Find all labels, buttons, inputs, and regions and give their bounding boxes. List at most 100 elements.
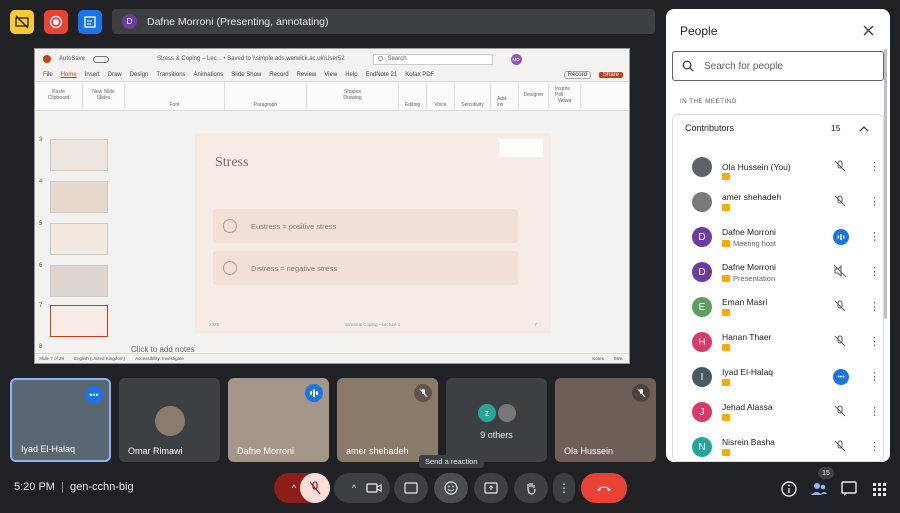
participant-name: Dafne Morroni	[237, 446, 295, 456]
ppt-tab: Help	[345, 72, 358, 78]
mic-off-button[interactable]	[300, 473, 330, 503]
shared-screen: AutoSave Stress & Coping – Lec... • Save…	[34, 48, 630, 364]
participant-name: Iyad El-Halaq	[21, 444, 76, 454]
participant-name: Eman Masri	[722, 297, 768, 307]
more-vert-icon[interactable]: ⋮	[869, 335, 880, 348]
camera-control[interactable]: ^	[334, 473, 390, 503]
thumb-number: 6	[39, 263, 43, 269]
more-vert-icon[interactable]: ⋮	[869, 405, 880, 418]
notes-icon[interactable]	[78, 10, 102, 34]
participant-row[interactable]: D Dafne Morroni Presentation ⋮	[673, 262, 883, 297]
ribbon-group-label: Slides	[96, 95, 111, 101]
ppt-tab: File	[43, 72, 53, 78]
powerpoint-logo-icon	[43, 55, 51, 63]
user-avatar: MO	[510, 53, 522, 65]
participant-row[interactable]: I Iyad El-Halaq ••• ⋮	[673, 367, 883, 402]
mic-control[interactable]: ^	[274, 473, 330, 503]
ribbon-group-sensitivity: Sensitivity	[455, 82, 491, 110]
presenter-avatar: D	[122, 14, 137, 29]
status-slide: Slide 7 of 29	[39, 356, 65, 361]
chat-icon[interactable]	[840, 480, 858, 498]
chevron-up-icon[interactable]: ^	[352, 483, 356, 493]
info-icon[interactable]	[780, 480, 798, 498]
thumb-number: 5	[39, 221, 43, 227]
contributors-group: Contributors 15 Ola Hussein (You) ⋮ amer…	[672, 114, 884, 462]
participant-row[interactable]: H Hanan Thaer ⋮	[673, 332, 883, 367]
participant-name: Dafne Morroni	[722, 227, 776, 237]
volume-off-icon[interactable]	[833, 264, 847, 278]
mic-off-icon[interactable]	[833, 194, 847, 208]
more-vert-icon[interactable]: ⋮	[869, 160, 880, 173]
present-button[interactable]	[474, 473, 508, 503]
ribbon-group-label: Font	[169, 102, 180, 108]
mic-off-icon[interactable]	[833, 404, 847, 418]
participant-row[interactable]: amer shehadeh ⋮	[673, 192, 883, 227]
captions-off-icon[interactable]	[10, 10, 34, 34]
presenter-banner: D Dafne Morroni (Presenting, annotating)	[112, 9, 655, 34]
ribbon-group-label: Voice	[434, 102, 447, 108]
more-vert-icon[interactable]: ⋮	[869, 370, 880, 383]
activities-icon[interactable]	[870, 480, 888, 498]
ribbon-group-font: Font	[125, 82, 225, 110]
people-icon[interactable]	[810, 480, 828, 498]
mic-off-icon[interactable]	[833, 159, 847, 173]
thumb-number: 3	[39, 137, 43, 143]
mic-off-icon[interactable]	[833, 439, 847, 453]
doc-title: Stress & Coping – Lec... • Saved to \\si…	[157, 56, 345, 62]
mic-off-icon[interactable]	[833, 334, 847, 348]
mic-off-icon[interactable]	[833, 299, 847, 313]
ppt-tab: View	[324, 72, 338, 78]
participant-name: Hanan Thaer	[722, 332, 772, 342]
ppt-titlebar: AutoSave Stress & Coping – Lec... • Save…	[35, 49, 629, 69]
more-vert-icon[interactable]: ⋮	[869, 300, 880, 313]
slide-thumbnail-selected	[50, 305, 108, 337]
more-vert-icon[interactable]: ⋮	[869, 440, 880, 453]
presentation-icon	[722, 173, 730, 180]
close-icon[interactable]	[863, 25, 874, 36]
slide-thumbnail	[50, 181, 108, 213]
participant-tile[interactable]: Dafne Morroni	[228, 378, 329, 462]
autosave-toggle	[93, 55, 110, 63]
slide-thumbnails: 3 4 5 6 7 8	[35, 131, 121, 353]
reaction-button[interactable]	[434, 473, 468, 503]
slide-thumbnail	[50, 139, 108, 171]
participant-role: Meeting host	[722, 239, 776, 248]
speaking-indicator-icon: •••	[85, 386, 103, 404]
avatar: z	[478, 404, 496, 422]
mic-off-icon	[414, 384, 432, 402]
recording-icon[interactable]	[44, 10, 68, 34]
raise-hand-button[interactable]	[514, 473, 548, 503]
ribbon-button-label: Inspire Poll	[555, 86, 571, 98]
avatar	[692, 157, 712, 177]
presentation-icon	[722, 275, 730, 282]
thumb-number: 7	[39, 303, 43, 309]
more-options-button[interactable]: ⋮	[553, 473, 575, 503]
presentation-icon	[722, 344, 730, 351]
ribbon-group-slides: New Slide Slides	[83, 82, 125, 110]
participant-row[interactable]: N Nisrein Basha ⋮	[673, 437, 883, 462]
participant-tile-others[interactable]: z 9 others	[446, 378, 547, 462]
participant-row[interactable]: Ola Hussein (You) ⋮	[673, 157, 883, 192]
scrollbar[interactable]	[884, 49, 887, 319]
more-vert-icon[interactable]: ⋮	[869, 230, 880, 243]
leave-call-button[interactable]	[581, 473, 627, 503]
participant-tile[interactable]: Ola Hussein	[555, 378, 656, 462]
participant-row[interactable]: E Eman Masri ⋮	[673, 297, 883, 332]
avatar: N	[692, 437, 712, 457]
participant-tile[interactable]: amer shehadeh	[337, 378, 438, 462]
participant-role	[722, 309, 730, 316]
chevron-up-icon[interactable]	[859, 125, 869, 132]
chevron-up-icon[interactable]: ^	[292, 483, 296, 493]
participant-name: amer shehadeh	[346, 446, 409, 456]
ppt-record-button: Record	[563, 71, 591, 79]
more-vert-icon[interactable]: ⋮	[869, 265, 880, 278]
participant-row[interactable]: J Jehad Alassa ⋮	[673, 402, 883, 437]
ribbon-group-label: Drawing	[343, 95, 362, 101]
captions-button[interactable]	[394, 473, 428, 503]
search-input[interactable]: Search for people	[672, 51, 884, 81]
participant-row[interactable]: D Dafne Morroni Meeting host ⋮	[673, 227, 883, 262]
more-vert-icon[interactable]: ⋮	[869, 195, 880, 208]
participant-tile[interactable]: ••• Iyad El-Halaq	[10, 378, 111, 462]
presentation-icon	[722, 309, 730, 316]
participant-tile[interactable]: Omar Rimawi	[119, 378, 220, 462]
